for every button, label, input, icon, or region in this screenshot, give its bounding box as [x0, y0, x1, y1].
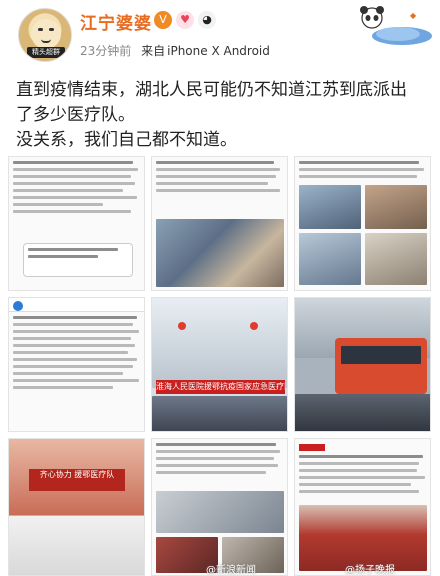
image-tile-8[interactable]: @新浪新闻	[151, 438, 288, 576]
avatar-face	[31, 19, 61, 49]
image-tile-5[interactable]: 淮海人民医院援鄂抗疫国家应急医疗队	[151, 297, 288, 432]
chat-bubble	[23, 243, 133, 277]
image-tile-7[interactable]: 齐心协力 援鄂医疗队	[8, 438, 145, 576]
photo	[156, 491, 284, 533]
photo	[365, 185, 427, 229]
photo-crowd	[295, 394, 430, 431]
avatar[interactable]: 精头超群	[18, 8, 72, 62]
hospital-banner: 淮海人民医院援鄂抗疫国家应急医疗队	[156, 380, 285, 394]
image-tile-2[interactable]	[151, 156, 288, 291]
photo-crowd	[152, 396, 287, 431]
photo-team	[9, 439, 144, 575]
panda-icon: ◕	[198, 11, 216, 29]
post-time[interactable]: 23分钟前	[80, 44, 131, 58]
avatar-eye	[38, 28, 43, 31]
team-poster: 齐心协力 援鄂医疗队	[29, 469, 125, 491]
lantern-icon	[250, 322, 258, 330]
decoration-icon: ◆	[360, 6, 432, 45]
post-meta: 23分钟前 来自 iPhone X Android	[80, 42, 270, 59]
news-header	[295, 439, 430, 451]
verified-icon: V	[154, 11, 172, 29]
username[interactable]: 江宁婆婆	[80, 9, 152, 34]
image-tile-9[interactable]: @扬子晚报	[294, 438, 431, 576]
photo-people	[156, 219, 284, 287]
post-text: 直到疫情结束，湖北人民可能仍不知道江苏到底派出 了多少医疗队。 没关系，我们自己…	[16, 78, 436, 153]
post-text-line: 了多少医疗队。	[16, 105, 135, 125]
post-source-device[interactable]: iPhone X Android	[167, 44, 270, 58]
image-tile-1[interactable]	[8, 156, 145, 291]
post-text-line: 直到疫情结束，湖北人民可能仍不知道江苏到底派出	[16, 80, 407, 100]
image-tile-6[interactable]	[294, 297, 431, 432]
image-tile-4[interactable]	[8, 297, 145, 432]
photo	[299, 185, 361, 229]
watermark: @新浪新闻	[206, 565, 256, 576]
photo	[299, 233, 361, 285]
heart-icon: ♥	[176, 11, 194, 29]
post-source-prefix: 来自	[141, 44, 166, 58]
watermark: @扬子晚报	[345, 565, 395, 576]
avatar-caption: 精头超群	[27, 47, 65, 58]
post-text-line: 没关系，我们自己都不知道。	[16, 130, 237, 150]
svg-text:◆: ◆	[410, 11, 417, 20]
photo	[365, 233, 427, 285]
lantern-icon	[178, 322, 186, 330]
avatar-eye	[49, 28, 54, 31]
image-grid: 淮海人民医院援鄂抗疫国家应急医疗队 齐心协力 援鄂医疗队 @新浪新闻 @扬子晚报	[8, 156, 433, 576]
post-header: 精头超群 江宁婆婆 V ♥ ◕ 23分钟前 来自 iPhone X Android…	[0, 0, 440, 68]
news-header	[9, 298, 144, 312]
photo-building	[152, 298, 287, 388]
bus-window	[341, 346, 421, 364]
image-tile-3[interactable]	[294, 156, 431, 291]
